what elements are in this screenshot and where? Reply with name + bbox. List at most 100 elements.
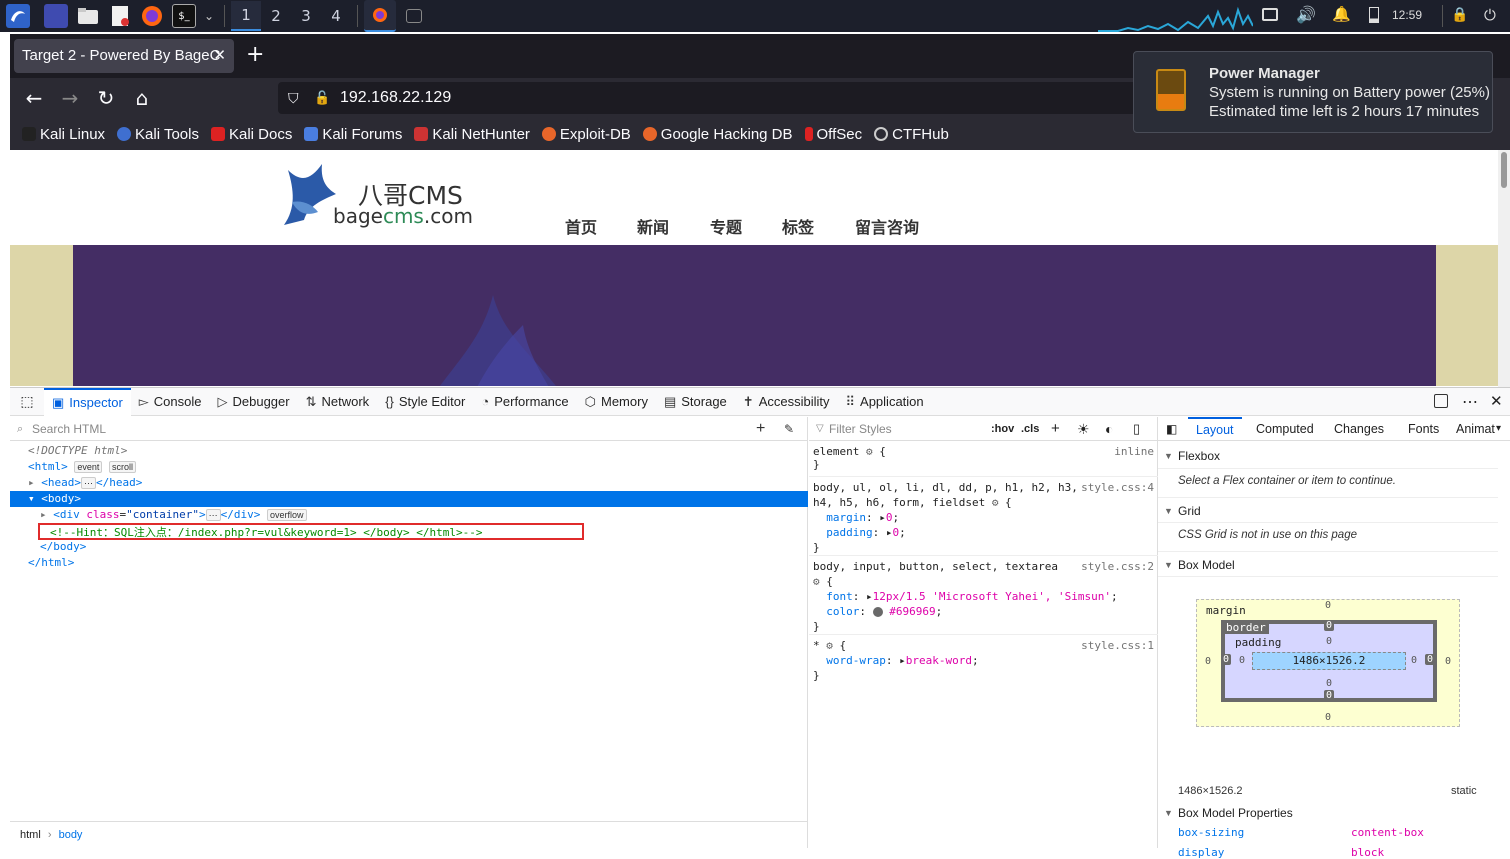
overflow-badge[interactable]: overflow [266,509,307,521]
more-options-icon[interactable]: ⋯ [1462,392,1478,412]
rule-body-font[interactable]: style.css:2 body, input, button, select,… [809,557,1158,635]
lock-insecure-icon[interactable]: 🔓 [314,82,330,114]
html-line-head[interactable]: ▸ <head> ⋯ </head> [10,475,808,491]
bookmark-kali-forums[interactable]: Kali Forums [304,126,402,143]
tab-fonts[interactable]: Fonts [1408,417,1439,441]
tab-accessibility[interactable]: ✝ Accessibility [735,388,838,416]
breadcrumb-body[interactable]: body [59,829,83,841]
firefox-window-icon[interactable] [364,0,397,32]
boxmodel-section-header[interactable]: ▼ Box Model [1158,551,1498,577]
power-manager-notification[interactable]: Power Manager System is running on Batte… [1133,51,1493,133]
border-right-value[interactable]: 0 [1425,654,1436,665]
color-swatch[interactable] [872,607,883,617]
bookmark-google-hacking-db[interactable]: Google Hacking DB [642,126,793,143]
rule-body-reset[interactable]: style.css:4 body, ul, ol, li, dl, dd, p,… [809,478,1158,556]
browser-tab[interactable]: Target 2 - Powered By BageC ✕ [14,39,234,73]
html-line-html-close[interactable]: </html> [10,555,808,571]
new-tab-icon[interactable]: + [246,42,264,67]
workspace-2[interactable]: 2 [261,1,291,31]
tab-animations[interactable]: Animat [1456,417,1495,441]
collapsed-ellipsis-icon[interactable]: ⋯ [81,477,96,489]
nav-news[interactable]: 新闻 [637,214,669,238]
border-top-value[interactable]: 0 [1324,620,1335,631]
padding-bottom-value[interactable]: 0 [1326,678,1332,689]
workspace-1[interactable]: 1 [231,1,262,31]
close-devtools-icon[interactable]: ✕ [1490,392,1503,410]
bookmark-ctfhub[interactable]: CTFHub [874,126,949,143]
workspace-4[interactable]: 4 [321,1,351,31]
tab-network[interactable]: ⇅ Network [298,388,378,416]
box-model-border[interactable]: border padding 0 0 0 0 0 0 0 0 1486×1526… [1221,620,1437,702]
forward-icon[interactable]: → [58,86,82,110]
light-mode-icon[interactable]: ☀ [1077,417,1090,441]
html-line-html[interactable]: <html> event scroll [10,459,808,475]
element-picker-icon[interactable]: ⬚ [10,393,44,410]
box-prop-row[interactable]: display block [1178,846,1498,859]
padding-left-value[interactable]: 0 [1239,655,1245,666]
margin-top-value[interactable]: 0 [1325,600,1331,611]
workspace-3[interactable]: 3 [291,1,321,31]
tab-inspector[interactable]: ▣ Inspector [44,387,131,416]
collapsed-ellipsis-icon[interactable]: ⋯ [205,509,221,521]
prop-value[interactable]: 0 [892,526,899,539]
gear-icon[interactable]: ⚙ [866,445,873,458]
nav-tags[interactable]: 标签 [782,214,814,238]
terminal-window-icon[interactable] [406,9,423,23]
hov-toggle[interactable]: :hov [991,417,1014,441]
gear-icon[interactable]: ⚙ [813,575,820,588]
tab-changes[interactable]: Changes [1334,417,1384,441]
kali-menu-icon[interactable] [6,4,30,28]
tab-computed[interactable]: Computed [1256,417,1314,441]
event-badge[interactable]: event [74,461,103,473]
rule-source[interactable]: style.css:4 [1081,480,1154,495]
nav-contact[interactable]: 留言咨询 [855,214,919,238]
rule-source[interactable]: inline [1114,445,1154,458]
volume-icon[interactable]: 🔊 [1296,5,1316,24]
close-tab-icon[interactable]: ✕ [213,39,226,73]
rule-source[interactable]: style.css:2 [1081,559,1154,574]
lock-icon[interactable]: 🔒 [1451,7,1468,23]
prop-name[interactable]: color [826,605,859,618]
scroll-badge[interactable]: scroll [109,461,137,473]
flexbox-section-header[interactable]: ▼ Flexbox [1158,443,1498,469]
gear-icon[interactable]: ⚙ [826,639,833,652]
toggle-sidebar-icon[interactable]: ◧ [1166,417,1177,441]
breadcrumb-html[interactable]: html [20,829,41,841]
chevron-down-icon[interactable]: ⌄ [204,9,214,23]
rule-source[interactable]: style.css:1 [1081,638,1154,653]
bookmark-kali-linux[interactable]: Kali Linux [22,126,105,143]
bell-icon[interactable]: 🔔 [1332,5,1351,23]
battery-icon[interactable] [1369,7,1379,23]
gear-icon[interactable]: ⚙ [992,496,999,509]
bookmark-kali-docs[interactable]: Kali Docs [210,126,292,143]
tab-console[interactable]: ▻ Console [131,388,210,416]
grid-section-header[interactable]: ▼ Grid [1158,497,1498,523]
prop-name[interactable]: font [826,590,853,603]
add-rule-icon[interactable]: + [1051,417,1060,441]
filter-styles-input[interactable]: ▽ Filter Styles :hov .cls + ☀ ◐ ▯ [809,417,1158,441]
prop-value[interactable]: break-word [906,654,972,667]
border-left-value[interactable]: 0 [1221,654,1232,665]
desktop-icon[interactable] [44,4,68,28]
html-line-hint-comment[interactable]: <!--Hint：SQL注入点：/index.php?r=vul&keyword… [38,523,584,540]
prop-value[interactable]: #696969 [889,605,935,618]
shield-icon[interactable]: ⛉ [288,82,299,114]
margin-left-value[interactable]: 0 [1205,656,1211,667]
box-model-content[interactable]: 1486×1526.2 [1252,652,1406,670]
box-model-margin[interactable]: margin 0 0 0 0 border padding 0 0 0 0 0 … [1196,599,1460,727]
prop-name[interactable]: padding [826,526,872,539]
html-line-body-selected[interactable]: ▾ <body> [10,491,808,507]
border-bottom-value[interactable]: 0 [1324,690,1335,701]
rule-element[interactable]: inline element ⚙ {} [809,443,1158,477]
bookmark-offsec[interactable]: OffSec [804,126,862,143]
dark-mode-icon[interactable]: ◐ [1105,417,1113,441]
bookmark-exploit-db[interactable]: Exploit-DB [541,126,631,143]
eyedropper-icon[interactable]: ✎ [784,417,794,441]
prop-value[interactable]: 0 [886,511,893,524]
terminal-icon[interactable]: $_ [172,4,196,28]
tab-application[interactable]: ⠿ Application [838,388,932,416]
back-icon[interactable]: ← [22,86,46,110]
prop-name[interactable]: margin [826,511,866,524]
bookmark-kali-nethunter[interactable]: Kali NetHunter [414,126,530,143]
cls-toggle[interactable]: .cls [1021,417,1039,441]
